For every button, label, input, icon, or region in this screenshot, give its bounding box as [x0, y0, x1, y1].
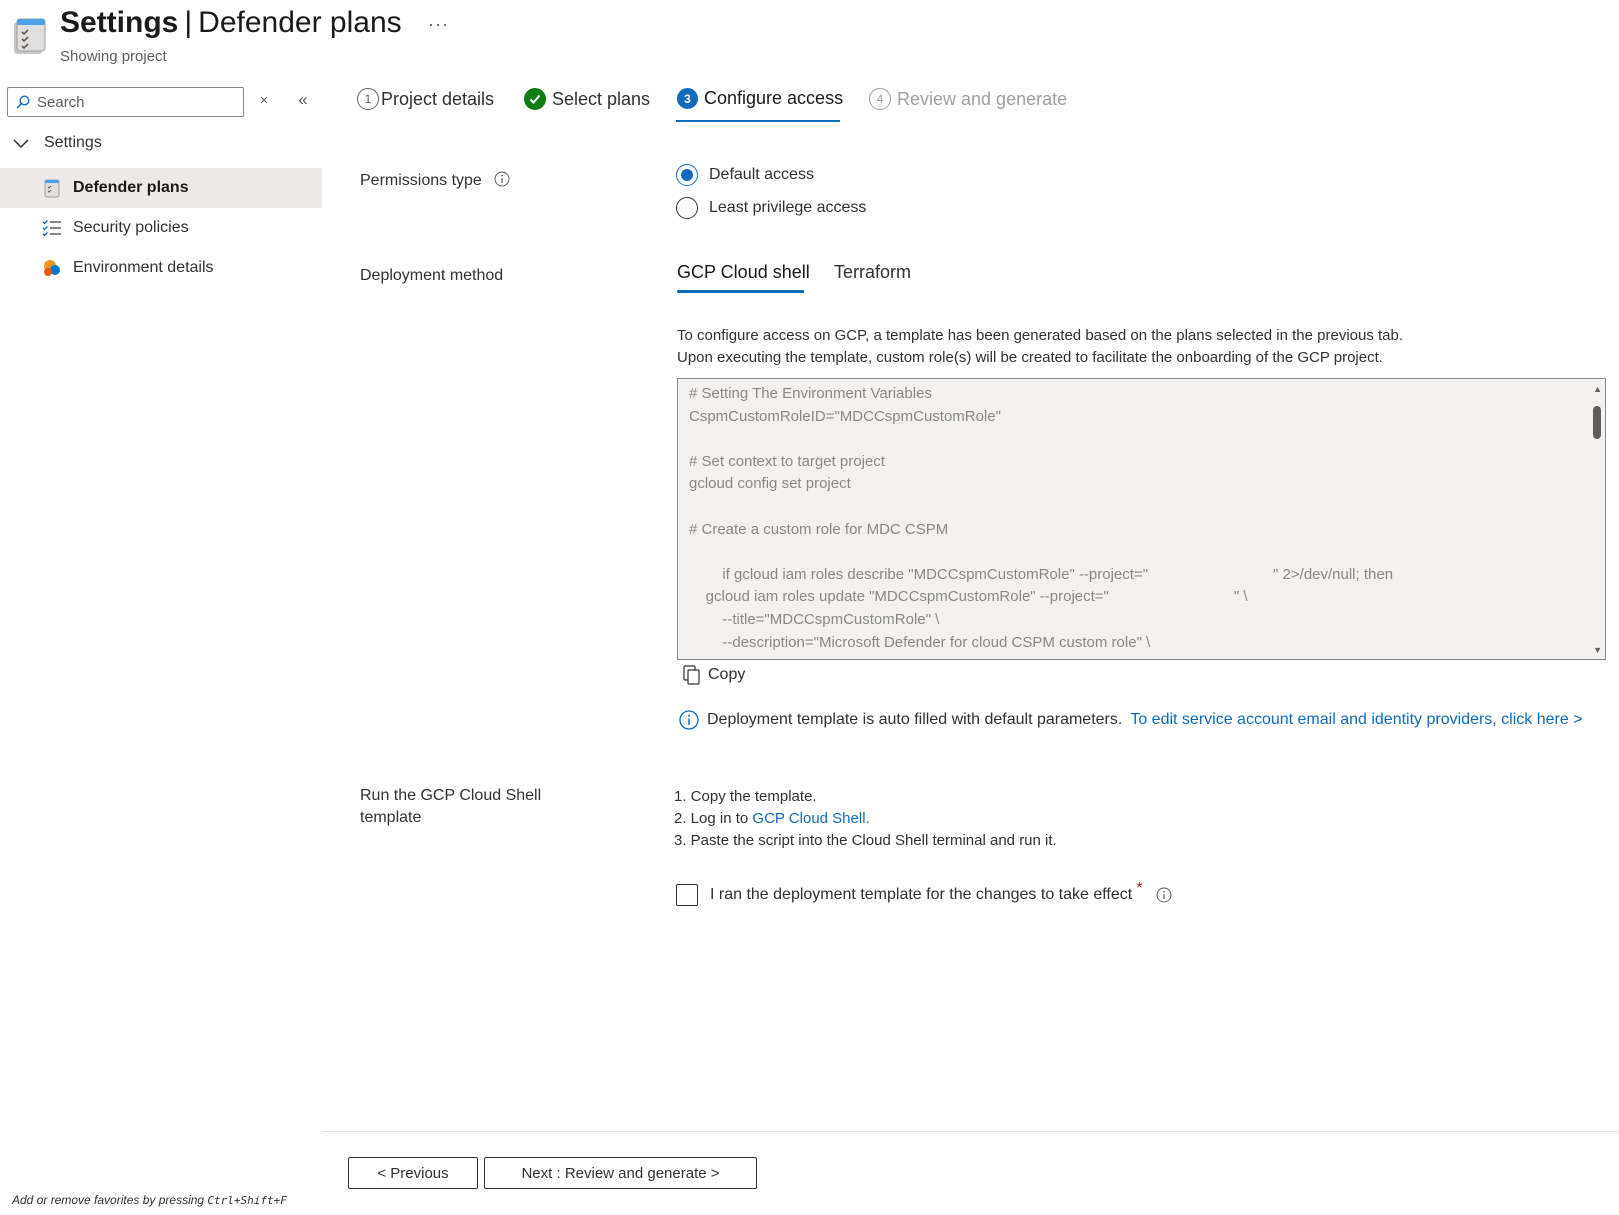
template-code: # Setting The Environment Variables Cspm…: [689, 385, 1394, 651]
sidebar-item-defender-plans[interactable]: Defender plans: [0, 168, 322, 208]
step-1: 1. Copy the template.: [674, 788, 817, 805]
deployment-template-code-box[interactable]: # Setting The Environment Variables Cspm…: [677, 378, 1606, 660]
checkmark-icon: [524, 88, 546, 110]
more-options-button[interactable]: ···: [428, 14, 449, 35]
required-asterisk: *: [1136, 880, 1143, 897]
scroll-up-arrow-icon[interactable]: ▲: [1593, 384, 1602, 394]
defender-plans-icon: [42, 178, 62, 198]
previous-button[interactable]: < Previous: [348, 1157, 478, 1189]
wizard-step-select-plans[interactable]: Select plans: [524, 88, 650, 110]
active-step-underline: [676, 120, 840, 122]
gcp-cloud-shell-link[interactable]: GCP Cloud Shell.: [752, 810, 869, 827]
search-input[interactable]: [37, 93, 227, 111]
sidebar-item-label: Environment details: [73, 259, 214, 276]
checkbox-label: I ran the deployment template for the ch…: [710, 886, 1133, 903]
edit-service-account-link[interactable]: To edit service account email and identi…: [1130, 711, 1582, 729]
confirm-ran-template-checkbox[interactable]: I ran the deployment template for the ch…: [676, 880, 1172, 906]
sidebar-item-label: Defender plans: [73, 179, 189, 196]
wizard-step-review-and-generate: 4 Review and generate: [869, 88, 1067, 110]
info-icon[interactable]: [1156, 887, 1172, 903]
wizard-step-configure-access[interactable]: 3 Configure access: [677, 88, 843, 109]
radio-button[interactable]: [676, 164, 698, 186]
sidebar-group-settings[interactable]: Settings: [12, 134, 102, 152]
run-template-steps: 1. Copy the template. 2. Log in to GCP C…: [674, 786, 1057, 852]
step-3: 3. Paste the script into the Cloud Shell…: [674, 832, 1057, 849]
tab-gcp-cloud-shell[interactable]: GCP Cloud shell: [677, 262, 810, 283]
run-template-label: Run the GCP Cloud Shell template: [360, 787, 542, 826]
policy-list-icon: [42, 218, 62, 238]
page-title: Settings | Defender plans: [60, 6, 402, 39]
cloud-environment-icon: [42, 258, 62, 278]
wizard-step-project-details[interactable]: 1 Project details: [357, 88, 494, 110]
step-label: Review and generate: [897, 88, 1068, 109]
step-label: Select plans: [552, 88, 651, 109]
copy-icon: [683, 665, 701, 685]
info-icon: [679, 710, 699, 730]
page-subtitle: Showing project: [60, 48, 167, 65]
scroll-down-arrow-icon[interactable]: ▼: [1593, 645, 1602, 655]
deployment-description: To configure access on GCP, a template h…: [677, 327, 1404, 366]
next-review-and-generate-button[interactable]: Next : Review and generate >: [484, 1157, 757, 1189]
step-label: Configure access: [704, 88, 844, 108]
footer-divider: [322, 1131, 1619, 1132]
template-info-note: Deployment template is auto filled with …: [679, 710, 1583, 730]
chevron-down-icon: [12, 137, 30, 149]
active-tab-underline: [677, 290, 804, 293]
deployment-method-label: Deployment method: [360, 267, 504, 284]
step-number: 1: [357, 88, 379, 110]
collapse-sidebar-icon[interactable]: «: [294, 90, 312, 110]
copy-label: Copy: [708, 666, 746, 683]
radio-least-privilege-access[interactable]: Least privilege access: [676, 197, 866, 219]
step-number: 3: [677, 88, 698, 109]
copy-button[interactable]: Copy: [683, 665, 745, 685]
scrollbar-thumb[interactable]: [1593, 406, 1601, 439]
tab-terraform[interactable]: Terraform: [834, 262, 911, 283]
info-icon[interactable]: [494, 171, 510, 187]
radio-default-access[interactable]: Default access: [676, 164, 814, 186]
clear-search-icon[interactable]: ×: [256, 92, 272, 110]
step-label: Project details: [381, 88, 495, 109]
sidebar-search-box[interactable]: [7, 87, 244, 117]
search-icon: [16, 95, 30, 109]
defender-plans-header-icon: [10, 16, 48, 56]
sidebar-group-label: Settings: [44, 134, 102, 151]
sidebar-item-security-policies[interactable]: Security policies: [0, 208, 322, 248]
sidebar-item-environment-details[interactable]: Environment details: [0, 248, 322, 288]
step-number: 4: [869, 88, 891, 110]
step-2: 2. Log in to GCP Cloud Shell.: [674, 810, 870, 827]
radio-label: Least privilege access: [709, 199, 867, 216]
radio-button[interactable]: [676, 197, 698, 219]
favorites-tip: Add or remove favorites by pressing Ctrl…: [12, 1193, 287, 1207]
permissions-type-label: Permissions type: [360, 171, 510, 190]
sidebar-item-label: Security policies: [73, 219, 189, 236]
radio-label: Default access: [709, 166, 814, 183]
checkbox[interactable]: [676, 884, 698, 906]
note-text: Deployment template is auto filled with …: [707, 711, 1123, 728]
